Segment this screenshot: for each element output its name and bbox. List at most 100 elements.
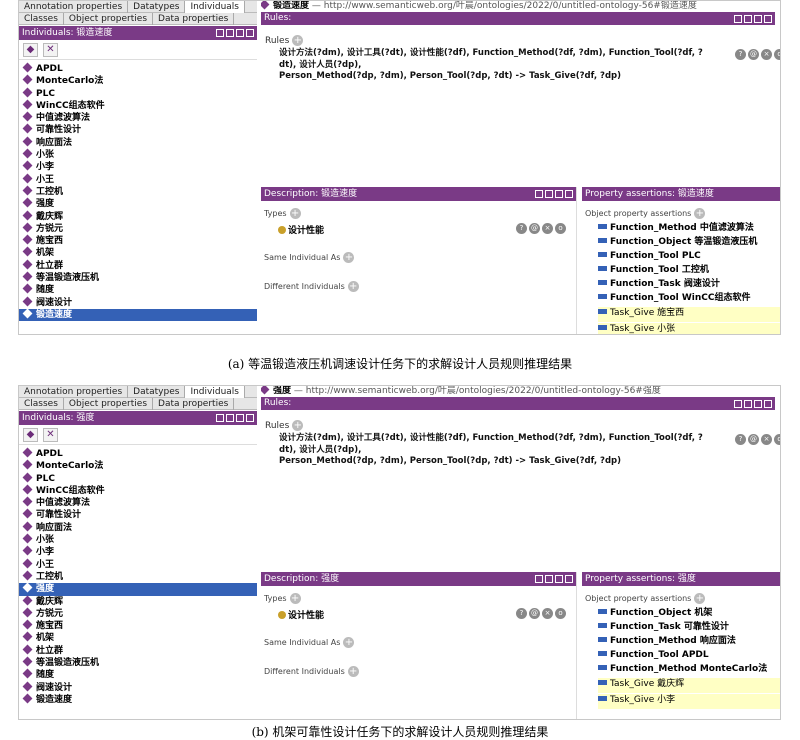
maximize-icon[interactable] xyxy=(236,414,244,422)
tab-data-properties[interactable]: Data properties xyxy=(153,13,235,25)
list-item[interactable]: APDL xyxy=(19,447,257,460)
minimize-icon[interactable] xyxy=(226,414,234,422)
tab-individuals[interactable]: Individuals xyxy=(185,386,245,398)
list-item[interactable]: MonteCarlo法 xyxy=(19,459,257,472)
edit-icon[interactable]: o xyxy=(555,223,566,234)
list-item[interactable]: 强度 xyxy=(19,197,257,210)
list-item[interactable]: 戴庆辉 xyxy=(19,595,257,608)
maximize-icon[interactable] xyxy=(555,575,563,583)
add-rule-icon[interactable]: + xyxy=(292,35,304,46)
maximize-icon[interactable] xyxy=(555,190,563,198)
list-item-selected[interactable]: 锻造速度 xyxy=(19,308,257,322)
minimize-icon[interactable] xyxy=(744,15,752,23)
list-item[interactable]: 可靠性设计 xyxy=(19,509,257,521)
add-different-icon[interactable]: + xyxy=(347,281,359,292)
help-icon[interactable]: ? xyxy=(516,223,527,234)
list-item[interactable]: 可靠性设计 xyxy=(19,124,257,136)
list-item[interactable]: 施宝西 xyxy=(19,619,257,632)
minimize-icon[interactable] xyxy=(545,575,553,583)
close-icon[interactable] xyxy=(246,414,254,422)
delete-individual-button[interactable]: ✕ xyxy=(43,428,58,442)
add-type-icon[interactable]: + xyxy=(289,593,301,604)
list-item[interactable]: 随度 xyxy=(19,283,257,296)
add-assertion-icon[interactable]: + xyxy=(694,208,706,219)
tab-object-properties[interactable]: Object properties xyxy=(64,13,154,25)
restore-icon[interactable] xyxy=(734,400,742,408)
tab-classes[interactable]: Classes xyxy=(19,13,64,25)
assertion-row[interactable]: Function_Task 可靠性设计 xyxy=(598,621,780,634)
restore-icon[interactable] xyxy=(216,29,224,37)
list-item[interactable]: 杜立群 xyxy=(19,644,257,657)
list-item[interactable]: 阀速设计 xyxy=(19,681,257,694)
swrl-rule[interactable]: 设计方法(?dm), 设计工具(?dt), 设计性能(?df), Functio… xyxy=(279,433,709,468)
list-item[interactable]: 小李 xyxy=(19,545,257,558)
type-entry[interactable]: 设计性能 xyxy=(278,608,324,621)
assertion-row[interactable]: Function_Method MonteCarlo法 xyxy=(598,663,780,676)
add-assertion-icon[interactable]: + xyxy=(694,593,706,604)
list-item[interactable]: 小王 xyxy=(19,558,257,571)
tab-object-properties[interactable]: Object properties xyxy=(64,398,154,410)
tab-annotation-properties[interactable]: Annotation properties xyxy=(19,1,129,13)
close-icon[interactable] xyxy=(565,575,573,583)
add-same-icon[interactable]: + xyxy=(343,637,355,648)
add-rule-icon[interactable]: + xyxy=(292,420,304,431)
assertion-row[interactable]: Function_Tool APDL xyxy=(598,649,780,662)
add-same-icon[interactable]: + xyxy=(343,252,355,263)
assertion-row[interactable]: Function_Tool 工控机 xyxy=(598,264,780,277)
list-item[interactable]: PLC xyxy=(19,87,257,100)
tab-annotation-properties[interactable]: Annotation properties xyxy=(19,386,129,398)
assertion-row[interactable]: Function_Method 中值滤波算法 xyxy=(598,222,780,235)
list-item[interactable]: 方锐元 xyxy=(19,222,257,235)
assertion-row[interactable]: Function_Object 等温锻造液压机 xyxy=(598,236,780,249)
tab-data-properties[interactable]: Data properties xyxy=(153,398,235,410)
maximize-icon[interactable] xyxy=(236,29,244,37)
inferred-assertion-row[interactable]: Task_Give 小李 xyxy=(598,694,780,709)
list-item[interactable]: 小王 xyxy=(19,173,257,186)
minimize-icon[interactable] xyxy=(545,190,553,198)
type-entry[interactable]: 设计性能 xyxy=(278,223,324,236)
list-item[interactable]: 小李 xyxy=(19,160,257,173)
minimize-icon[interactable] xyxy=(226,29,234,37)
tab-classes[interactable]: Classes xyxy=(19,398,64,410)
restore-icon[interactable] xyxy=(734,15,742,23)
restore-icon[interactable] xyxy=(535,190,543,198)
maximize-icon[interactable] xyxy=(754,15,762,23)
help-icon[interactable]: ? xyxy=(516,608,527,619)
list-item[interactable]: 小张 xyxy=(19,533,257,546)
inferred-assertion-row[interactable]: Task_Give 小张 xyxy=(598,323,780,334)
help-icon[interactable]: ? xyxy=(735,434,746,445)
list-item[interactable]: 小张 xyxy=(19,148,257,161)
list-item[interactable]: PLC xyxy=(19,472,257,485)
assertion-row[interactable]: Function_Object 机架 xyxy=(598,607,780,620)
add-different-icon[interactable]: + xyxy=(347,666,359,677)
restore-icon[interactable] xyxy=(535,575,543,583)
list-item[interactable]: 阀速设计 xyxy=(19,296,257,309)
maximize-icon[interactable] xyxy=(754,400,762,408)
minimize-icon[interactable] xyxy=(744,400,752,408)
close-icon[interactable] xyxy=(764,400,772,408)
assertion-row[interactable]: Function_Tool WinCC组态软件 xyxy=(598,292,780,305)
list-item[interactable]: 机架 xyxy=(19,247,257,259)
annotate-icon[interactable]: @ xyxy=(748,49,759,60)
list-item[interactable]: MonteCarlo法 xyxy=(19,74,257,87)
list-item[interactable]: 工控机 xyxy=(19,185,257,198)
list-item[interactable]: 戴庆辉 xyxy=(19,210,257,223)
assertion-row[interactable]: Function_Tool PLC xyxy=(598,250,780,263)
tab-datatypes[interactable]: Datatypes xyxy=(128,386,186,398)
annotate-icon[interactable]: @ xyxy=(748,434,759,445)
list-item[interactable]: WinCC组态软件 xyxy=(19,484,257,497)
delete-individual-button[interactable]: ✕ xyxy=(43,43,58,57)
add-type-icon[interactable]: + xyxy=(289,208,301,219)
delete-icon[interactable]: × xyxy=(761,434,772,445)
list-item[interactable]: APDL xyxy=(19,62,257,75)
edit-icon[interactable]: o xyxy=(774,49,780,60)
edit-icon[interactable]: o xyxy=(774,434,780,445)
annotate-icon[interactable]: @ xyxy=(529,223,540,234)
list-item[interactable]: 中值滤波算法 xyxy=(19,496,257,509)
close-icon[interactable] xyxy=(764,15,772,23)
tab-individuals[interactable]: Individuals xyxy=(185,1,245,13)
add-individual-button[interactable]: ◆ xyxy=(23,43,38,57)
list-item[interactable]: 响应面法 xyxy=(19,136,257,149)
close-icon[interactable] xyxy=(246,29,254,37)
delete-icon[interactable]: × xyxy=(542,608,553,619)
